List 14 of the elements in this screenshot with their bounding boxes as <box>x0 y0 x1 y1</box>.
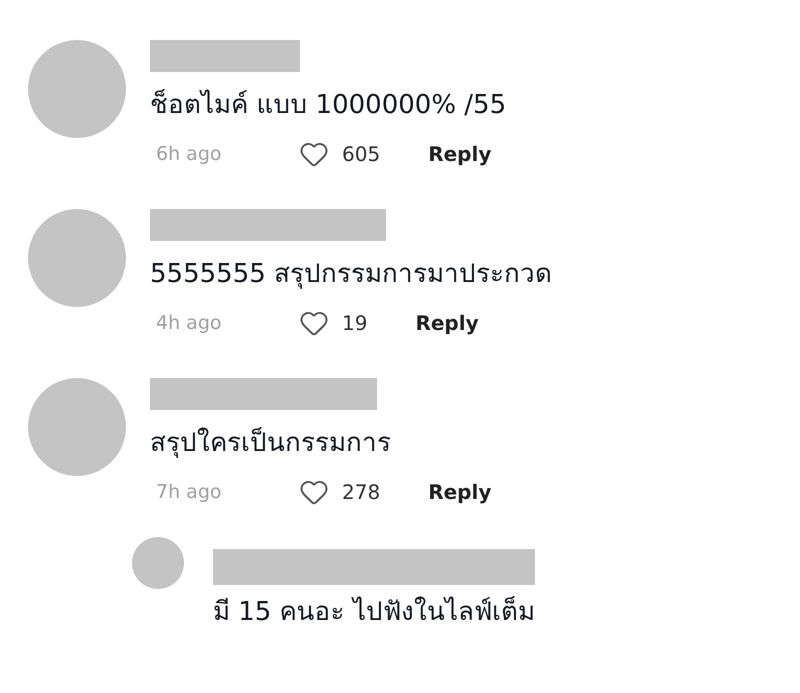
like-count: 19 <box>342 310 368 337</box>
comment-text: ช็อตไมค์ แบบ 1000000% /55 <box>150 88 506 122</box>
timestamp: 7h ago <box>156 480 222 505</box>
comment-text: มี 15 คนอะ ไปฟังในไลฟ์เต็ม <box>213 595 535 629</box>
like-count: 278 <box>342 479 380 506</box>
reply-button[interactable]: Reply <box>428 477 492 507</box>
comment-text: 5555555 สรุปกรรมการมาประกวด <box>150 258 552 291</box>
reply-button[interactable]: Reply <box>428 139 492 169</box>
timestamp: 4h ago <box>156 310 222 336</box>
avatar[interactable] <box>132 537 184 589</box>
timestamp: 6h ago <box>156 142 222 167</box>
like-count: 605 <box>342 141 380 168</box>
reply-button[interactable]: Reply <box>415 308 479 338</box>
comment-text: สรุปใครเป็นกรรมการ <box>150 426 391 460</box>
